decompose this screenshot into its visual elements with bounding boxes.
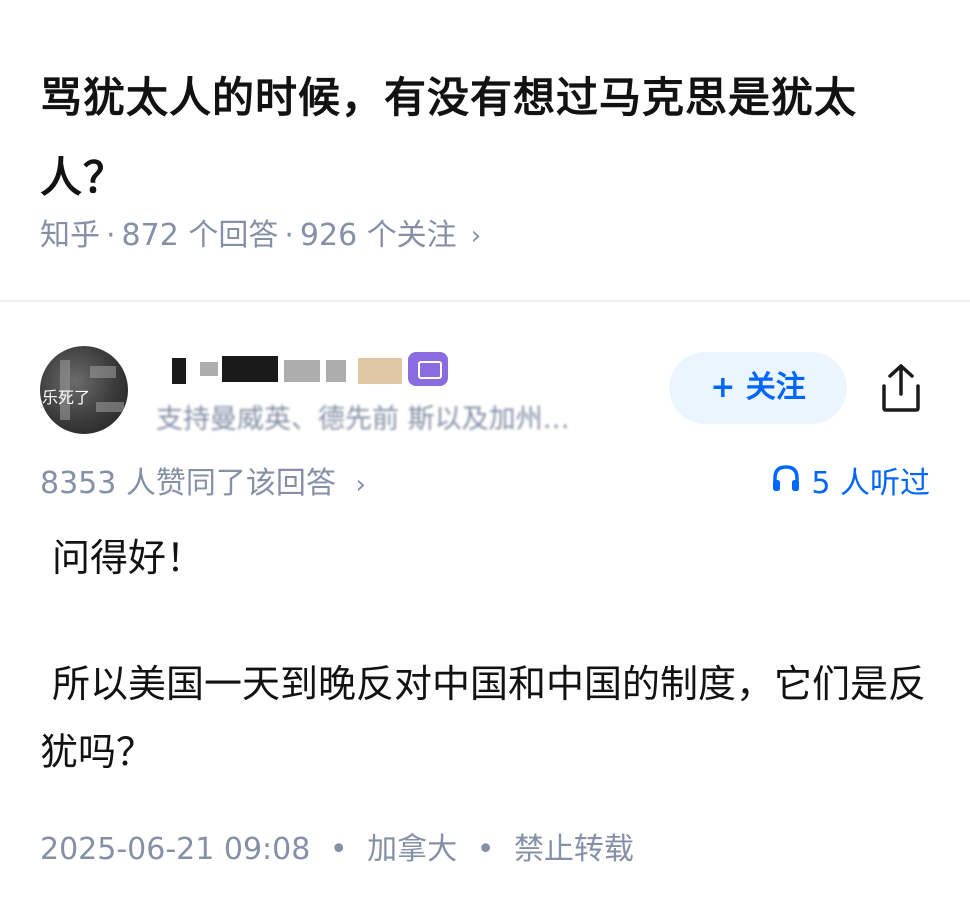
avatar-text: 乐死了 — [42, 388, 91, 407]
footer-separator: • — [329, 832, 348, 867]
vote-count[interactable]: 8353 人赞同了该回答 › — [40, 462, 366, 507]
location: 加拿大 — [367, 832, 458, 867]
author-bio: 支持曼威英、德先前 斯以及加州… — [156, 404, 570, 435]
timestamp: 2025-06-21 09:08 — [40, 832, 311, 867]
footer-separator: • — [476, 832, 495, 867]
meta-separator: · — [284, 218, 294, 253]
answer-content[interactable]: 问得好！ 所以美国一天到晚反对中国和中国的制度，它们是反犹吗？ — [40, 530, 930, 786]
section-divider — [0, 300, 970, 302]
redaction-block — [172, 358, 186, 384]
chevron-right-icon: › — [470, 221, 482, 251]
answer-count: 872 个回答 — [121, 218, 279, 253]
badge-icon — [408, 352, 448, 386]
answer-paragraph: 问得好！ — [52, 536, 205, 580]
chevron-right-icon: › — [355, 470, 366, 500]
headphones-icon — [771, 462, 801, 506]
redaction-block — [284, 360, 320, 382]
redaction-block — [222, 356, 278, 382]
redaction-block — [358, 358, 402, 384]
follow-button[interactable]: + 关注 — [669, 352, 847, 424]
share-icon[interactable] — [876, 362, 926, 414]
avatar-decoration — [90, 366, 116, 378]
platform-label: 知乎 — [40, 218, 100, 253]
answer-paragraph: 所以美国一天到晚反对中国和中国的制度，它们是反犹吗？ — [40, 662, 927, 774]
avatar[interactable]: 乐死了 — [40, 346, 128, 434]
meta-separator: · — [106, 218, 116, 253]
redaction-block — [200, 362, 218, 376]
copyright-notice: 禁止转载 — [513, 832, 634, 867]
question-meta[interactable]: 知乎 · 872 个回答 · 926 个关注 › — [40, 214, 481, 258]
follower-count: 926 个关注 — [299, 218, 457, 253]
vote-count-label: 8353 人赞同了该回答 — [40, 466, 336, 501]
question-title[interactable]: 骂犹太人的时候，有没有想过马克思是犹太人？ — [40, 58, 940, 218]
redaction-block — [326, 360, 346, 382]
listen-button[interactable]: 5 人听过 — [771, 462, 930, 506]
answer-footer: 2025-06-21 09:08 • 加拿大 • 禁止转载 — [40, 828, 634, 872]
listener-count: 5 人听过 — [811, 466, 930, 501]
